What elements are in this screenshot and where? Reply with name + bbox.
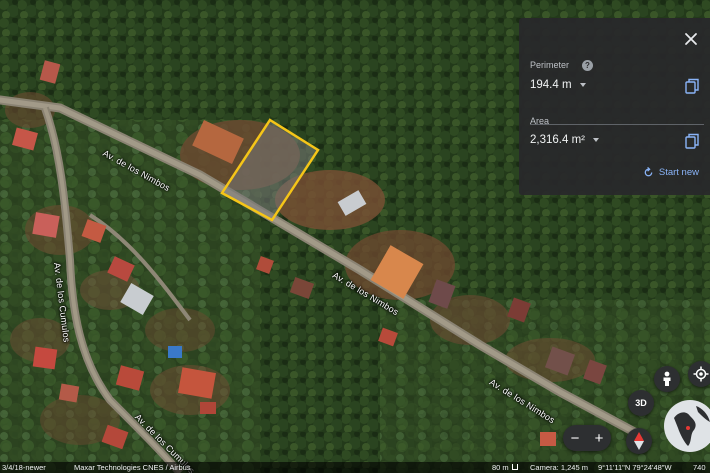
copy-icon[interactable] (685, 78, 699, 94)
area-value-dropdown[interactable]: 2,316.4 m² (530, 134, 599, 146)
measure-panel: Perimeter ? 194.4 m Area 2,316.4 m² Star… (519, 18, 710, 195)
elevation: 740 (693, 463, 706, 472)
caret-down-icon (579, 83, 586, 87)
3d-label: 3D (635, 398, 647, 408)
pegman-icon (663, 371, 671, 386)
compass-icon (634, 432, 644, 450)
scale-bar (512, 464, 518, 470)
copy-icon[interactable] (685, 133, 699, 149)
my-location-button[interactable] (688, 361, 710, 387)
caret-down-icon (592, 138, 599, 142)
zoom-control: − + (563, 425, 611, 451)
zoom-in-button[interactable]: + (595, 431, 604, 446)
compass-button[interactable] (626, 428, 652, 454)
scale-label: 80 m (492, 463, 509, 472)
perimeter-label: Perimeter (530, 60, 570, 70)
location-target-icon (693, 366, 709, 382)
perimeter-value-dropdown[interactable]: 194.4 m (530, 79, 586, 91)
restart-icon (644, 167, 653, 177)
cursor-coordinates: 9°11'11"N 79°24'48"W (598, 463, 672, 472)
imagery-attribution: Maxar Technologies CNES / Airbus (74, 463, 191, 472)
street-view-pegman-button[interactable] (654, 366, 680, 392)
close-icon[interactable] (682, 30, 700, 48)
zoom-out-button[interactable]: − (571, 431, 580, 446)
area-label: Area (530, 116, 550, 126)
help-icon[interactable]: ? (582, 60, 593, 71)
perimeter-value: 194.4 m (530, 79, 572, 91)
imagery-date: 3/4/18-newer (2, 463, 46, 472)
globe-minimap[interactable] (664, 398, 710, 456)
camera-altitude: Camera: 1,245 m (530, 463, 588, 472)
start-new-button[interactable]: Start new (643, 167, 699, 178)
status-bar: 3/4/18-newer Maxar Technologies CNES / A… (0, 462, 710, 473)
area-value: 2,316.4 m² (530, 134, 585, 146)
3d-toggle-button[interactable]: 3D (628, 390, 654, 416)
start-new-label: Start new (658, 167, 699, 178)
divider (530, 124, 704, 125)
